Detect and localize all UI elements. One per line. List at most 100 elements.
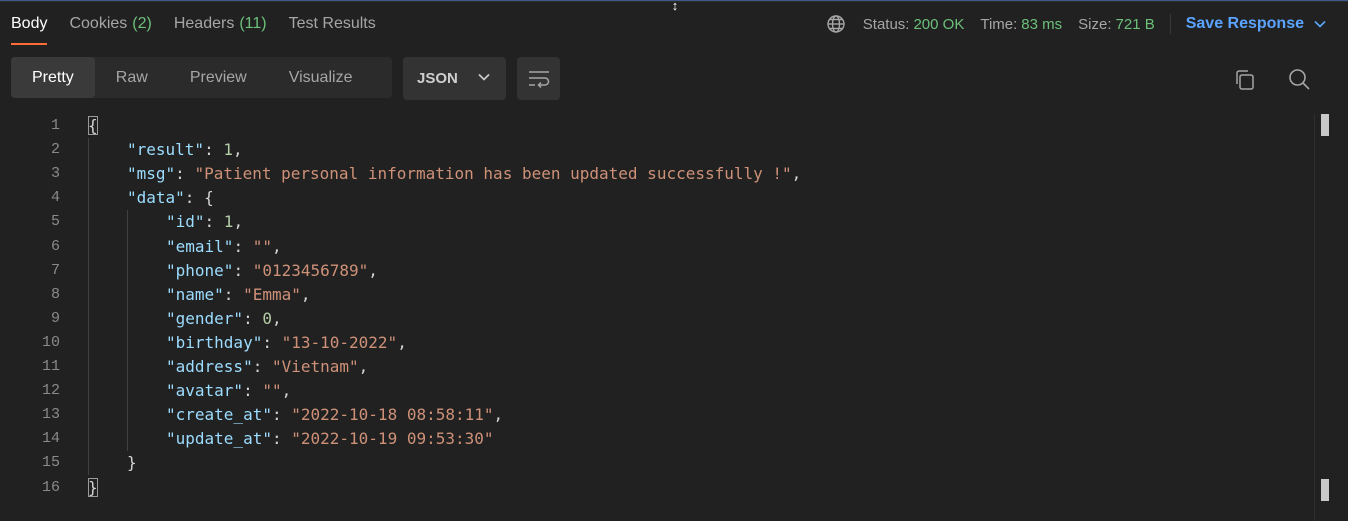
status-value[interactable]: 200 OK <box>913 16 964 33</box>
code-text: "address": "Vietnam", <box>166 355 368 379</box>
scrollbar-thumb-top[interactable] <box>1321 114 1329 136</box>
scrollbar-thumb-bottom[interactable] <box>1321 479 1329 501</box>
wrap-lines-button[interactable] <box>517 57 560 100</box>
code-text: } <box>127 451 137 475</box>
json-string: "Emma" <box>243 284 301 304</box>
json-number: 0 <box>262 308 272 328</box>
json-punctuation: : <box>271 429 292 449</box>
json-punctuation: : <box>243 308 263 328</box>
tab-headers-count: (11) <box>239 15 267 32</box>
json-string: "" <box>262 381 282 401</box>
code-line: 12 "avatar": "", <box>0 379 1314 403</box>
line-number: 9 <box>50 309 60 327</box>
line-number: 12 <box>41 382 60 400</box>
json-punctuation: , <box>271 308 282 328</box>
json-key: "gender" <box>166 308 244 328</box>
json-punctuation: : <box>204 140 224 160</box>
tab-headers-label: Headers <box>173 15 235 32</box>
time-value[interactable]: 83 ms <box>1021 16 1062 33</box>
chevron-down-icon <box>1314 20 1326 28</box>
json-punctuation: } <box>127 453 137 473</box>
line-number: 5 <box>50 213 60 231</box>
json-key: "result" <box>127 140 205 160</box>
tab-cookies-count: (2) <box>132 15 152 32</box>
code-text: "update_at": "2022-10-19 09:53:30" <box>166 427 494 451</box>
code-line: 15} <box>0 451 1314 475</box>
json-key: "phone" <box>166 260 234 280</box>
line-number: 2 <box>50 141 60 159</box>
tab-cookies[interactable]: Cookies (2) <box>58 0 162 48</box>
code-text: "data": { <box>127 186 214 210</box>
json-punctuation: , <box>271 236 282 256</box>
code-text: "phone": "0123456789", <box>166 259 378 283</box>
view-pretty-button[interactable]: Pretty <box>11 57 95 98</box>
json-punctuation: , <box>368 260 378 280</box>
view-raw-button[interactable]: Raw <box>95 57 169 98</box>
json-punctuation: , <box>791 164 802 184</box>
json-string: "2022-10-18 08:58:11" <box>291 405 494 425</box>
tab-headers[interactable]: Headers (11) <box>163 0 278 48</box>
view-preview-button[interactable]: Preview <box>169 57 268 98</box>
json-punctuation: } <box>88 477 98 497</box>
view-visualize-button[interactable]: Visualize <box>268 57 374 98</box>
editor-scrollbar[interactable] <box>1314 114 1335 521</box>
json-string: "Vietnam" <box>271 357 359 376</box>
save-response-label: Save Response <box>1185 15 1304 32</box>
code-text: "gender": 0, <box>166 307 282 331</box>
status-divider <box>1169 14 1171 34</box>
tab-test-results[interactable]: Test Results <box>278 0 387 48</box>
code-line: 16} <box>0 476 1314 500</box>
code-line: 1{ <box>0 114 1314 138</box>
copy-icon[interactable] <box>1233 68 1257 92</box>
resize-cursor-icon[interactable]: ↕ <box>670 0 680 16</box>
tab-body-label: Body <box>11 15 48 32</box>
json-punctuation: : <box>175 164 195 184</box>
json-key: "data" <box>127 188 185 208</box>
code-text: } <box>88 476 98 500</box>
json-punctuation: : <box>243 381 263 401</box>
view-mode-selector: Pretty Raw Preview Visualize <box>11 57 392 98</box>
code-line: 2 "result": 1, <box>0 138 1314 162</box>
code-line: 5 "id": 1, <box>0 210 1314 234</box>
json-string: "Patient personal information has been u… <box>194 164 792 184</box>
json-number: 1 <box>223 140 233 160</box>
search-icon[interactable] <box>1287 67 1311 91</box>
json-punctuation: : { <box>184 188 214 208</box>
json-key: "address" <box>166 357 253 376</box>
code-text: "msg": "Patient personal information has… <box>127 162 801 186</box>
json-punctuation: , <box>233 212 244 232</box>
code-line: 11 "address": "Vietnam", <box>0 355 1314 379</box>
format-dropdown[interactable]: JSON <box>403 57 506 100</box>
json-key: "email" <box>166 236 234 256</box>
tab-body[interactable]: Body <box>0 0 58 48</box>
line-number: 16 <box>41 478 60 496</box>
json-punctuation: , <box>232 140 243 160</box>
code-text: "email": "", <box>166 235 282 259</box>
code-text: "avatar": "", <box>166 379 291 403</box>
json-number: 1 <box>223 212 234 232</box>
status-label: Status: <box>862 15 910 33</box>
code-line: 14 "update_at": "2022-10-19 09:53:30" <box>0 427 1314 451</box>
response-body-editor[interactable]: 1{2 "result": 1, 3 "msg": "Patient personal… <box>0 114 1314 521</box>
code-text: "result": 1, <box>127 138 243 162</box>
line-number: 13 <box>41 406 60 424</box>
globe-icon[interactable] <box>826 14 846 34</box>
json-key: "name" <box>166 284 224 304</box>
line-number: 1 <box>50 117 60 134</box>
json-key: "id" <box>166 212 205 232</box>
size-label: Size: <box>1078 15 1112 33</box>
json-punctuation: : <box>204 212 224 232</box>
json-key: "birthday" <box>166 332 263 352</box>
code-text: "birthday": "13-10-2022", <box>166 331 407 355</box>
time-label: Time: <box>980 15 1018 33</box>
save-response-button[interactable]: Save Response <box>1186 15 1326 33</box>
code-text: { <box>88 114 98 138</box>
size-value[interactable]: 721 B <box>1116 16 1155 33</box>
line-number: 14 <box>41 430 60 448</box>
json-punctuation: : <box>271 405 292 425</box>
response-tabs: Body Cookies (2) Headers (11) Test Results <box>0 0 387 48</box>
code-line: 7 "phone": "0123456789", <box>0 259 1314 283</box>
json-string: "0123456789" <box>252 260 369 280</box>
tab-cookies-label: Cookies <box>69 15 128 32</box>
json-string: "13-10-2022" <box>281 332 398 352</box>
